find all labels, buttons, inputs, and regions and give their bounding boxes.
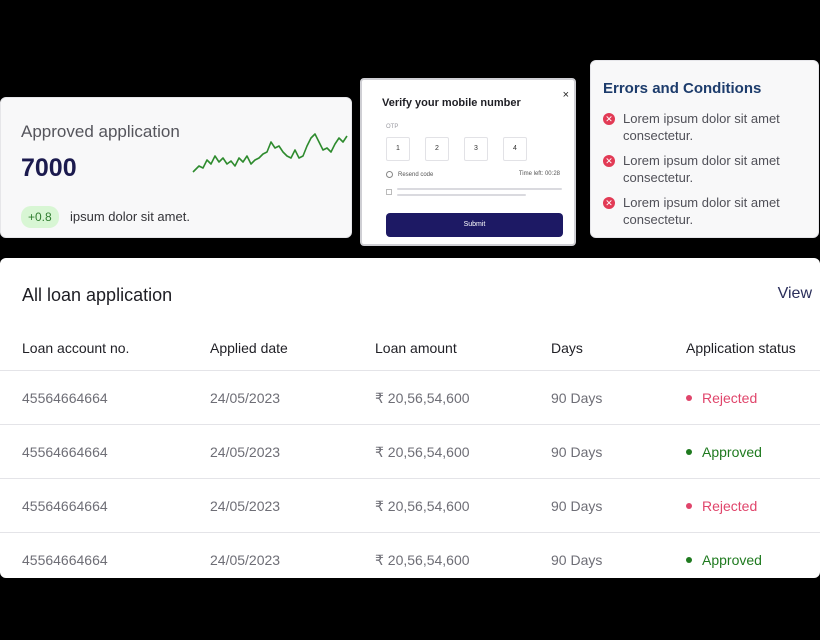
table-row[interactable]: 45564664664 24/05/2023 ₹ 20,56,54,600 90…	[0, 370, 820, 424]
close-icon[interactable]: ×	[563, 89, 569, 101]
status-text: Rejected	[702, 390, 758, 406]
otp-label: OTP	[386, 124, 399, 130]
status-badge: Rejected	[686, 498, 757, 514]
amount-cell: ₹ 20,56,54,600	[375, 552, 470, 568]
loan-table-title: All loan application	[22, 285, 173, 305]
otp-verify-modal: Verify your mobile number × OTP 1 2 3 4 …	[360, 78, 576, 246]
consent-row[interactable]	[386, 188, 562, 200]
status-dot	[686, 503, 692, 509]
consent-text-line	[397, 188, 562, 190]
trend-sparkline	[192, 133, 348, 173]
account-cell: 45564664664	[22, 552, 108, 568]
days-cell: 90 Days	[551, 390, 603, 406]
days-cell: 90 Days	[551, 552, 603, 568]
error-text: Lorem ipsum dolor sit amet consectetur.	[623, 195, 780, 227]
table-row[interactable]: 45564664664 24/05/2023 ₹ 20,56,54,600 90…	[0, 424, 820, 478]
otp-digit-input-1[interactable]: 1	[386, 137, 410, 161]
sparkline-line	[192, 133, 348, 173]
otp-digit-input-4[interactable]: 4	[503, 137, 527, 161]
error-item: ✕ Lorem ipsum dolor sit amet consectetur…	[603, 194, 803, 228]
column-header-date[interactable]: Applied date	[210, 340, 288, 356]
status-text: Approved	[702, 444, 762, 460]
errors-title: Errors and Conditions	[603, 80, 762, 97]
date-cell: 24/05/2023	[210, 390, 281, 406]
account-cell: 45564664664	[22, 390, 108, 406]
approved-application-card: Approved application 7000 +0.8 ipsum dol…	[0, 97, 352, 238]
resend-label: Resend code	[398, 171, 434, 178]
date-cell: 24/05/2023	[210, 444, 281, 460]
amount-cell: ₹ 20,56,54,600	[375, 444, 470, 460]
otp-digit-input-2[interactable]: 2	[425, 137, 449, 161]
resend-radio[interactable]	[386, 171, 393, 178]
account-cell: 45564664664	[22, 498, 108, 514]
error-x-icon: ✕	[603, 197, 615, 209]
column-header-days[interactable]: Days	[551, 340, 583, 356]
error-x-icon: ✕	[603, 155, 615, 167]
status-badge: Rejected	[686, 390, 757, 406]
otp-digit-input-3[interactable]: 3	[464, 137, 488, 161]
consent-checkbox[interactable]	[386, 189, 392, 195]
otp-timer: Time left: 00:28	[518, 171, 560, 177]
amount-cell: ₹ 20,56,54,600	[375, 498, 470, 514]
resend-code-option[interactable]: Resend code	[386, 171, 433, 178]
consent-text	[397, 188, 562, 200]
status-dot	[686, 557, 692, 563]
status-text: Approved	[702, 552, 762, 568]
account-cell: 45564664664	[22, 444, 108, 460]
loan-applications-card: All loan application View Loan account n…	[0, 258, 820, 578]
date-cell: 24/05/2023	[210, 552, 281, 568]
status-dot	[686, 449, 692, 455]
error-text: Lorem ipsum dolor sit amet consectetur.	[623, 111, 780, 143]
error-text: Lorem ipsum dolor sit amet consectetur.	[623, 153, 780, 185]
column-header-amount[interactable]: Loan amount	[375, 340, 457, 356]
date-cell: 24/05/2023	[210, 498, 281, 514]
status-badge: Approved	[686, 444, 762, 460]
errors-conditions-card: Errors and Conditions ✕ Lorem ipsum dolo…	[590, 60, 819, 238]
approved-title: Approved application	[21, 122, 180, 141]
error-item: ✕ Lorem ipsum dolor sit amet consectetur…	[603, 152, 803, 186]
approved-value: 7000	[21, 154, 77, 182]
delta-badge: +0.8	[21, 206, 59, 228]
status-text: Rejected	[702, 498, 758, 514]
days-cell: 90 Days	[551, 444, 603, 460]
table-row[interactable]: 45564664664 24/05/2023 ₹ 20,56,54,600 90…	[0, 532, 820, 578]
days-cell: 90 Days	[551, 498, 603, 514]
error-item: ✕ Lorem ipsum dolor sit amet consectetur…	[603, 110, 803, 144]
column-header-status[interactable]: Application status	[686, 340, 796, 356]
view-link[interactable]: View	[778, 285, 812, 303]
column-header-account[interactable]: Loan account no.	[22, 340, 129, 356]
status-dot	[686, 395, 692, 401]
error-x-icon: ✕	[603, 113, 615, 125]
status-badge: Approved	[686, 552, 762, 568]
table-row[interactable]: 45564664664 24/05/2023 ₹ 20,56,54,600 90…	[0, 478, 820, 532]
amount-cell: ₹ 20,56,54,600	[375, 390, 470, 406]
consent-text-line	[397, 194, 526, 196]
delta-caption: ipsum dolor sit amet.	[70, 209, 190, 224]
submit-button[interactable]: Submit	[386, 213, 563, 237]
otp-modal-title: Verify your mobile number	[382, 97, 521, 109]
